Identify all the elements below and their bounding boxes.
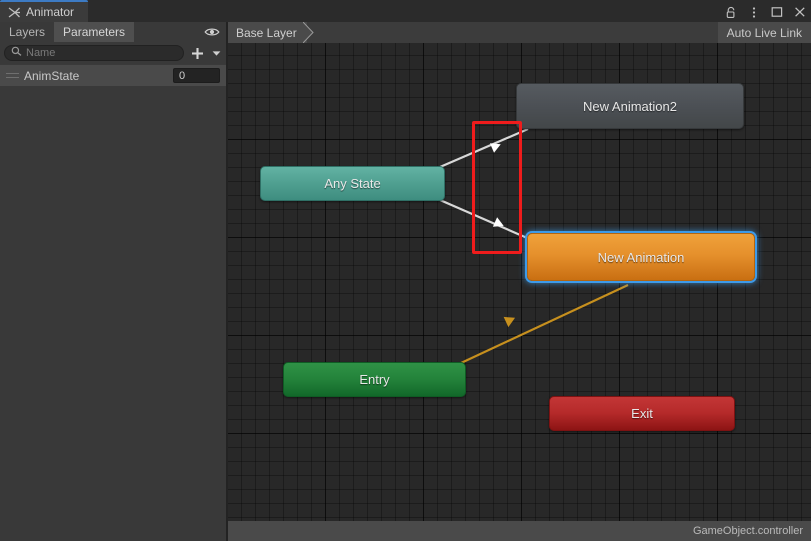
state-node-new-animation2[interactable]: New Animation2 (516, 83, 744, 129)
state-node-label: Entry (359, 372, 389, 387)
status-bar-text: GameObject.controller (693, 525, 803, 537)
state-node-label: Exit (631, 406, 653, 421)
window-chrome-controls (724, 2, 807, 22)
state-node-label: Any State (324, 176, 380, 191)
state-node-exit[interactable]: Exit (549, 396, 735, 431)
close-icon[interactable] (793, 5, 807, 19)
transition-line-anystate-to-newanimation2 (440, 129, 528, 167)
lock-icon[interactable] (724, 5, 738, 19)
breadcrumb-bar: Base Layer Auto Live Link (228, 22, 811, 43)
parameter-search-row: Name (0, 42, 226, 64)
state-node-entry[interactable]: Entry (283, 362, 466, 397)
auto-live-link-label: Auto Live Link (727, 26, 802, 40)
tab-animator-label: Animator (26, 6, 74, 18)
auto-live-link-button[interactable]: Auto Live Link (718, 22, 811, 43)
breadcrumb-separator-icon (303, 22, 315, 43)
window-tabstrip: Animator (0, 0, 811, 22)
tab-parameters[interactable]: Parameters (54, 22, 134, 42)
animator-icon (8, 6, 21, 19)
search-icon (11, 46, 22, 60)
animator-graph-canvas[interactable]: New Animation2 Any State New Animation E… (228, 43, 811, 521)
drag-handle-icon[interactable] (6, 71, 20, 81)
animator-window: Animator (0, 0, 811, 541)
state-node-label: New Animation2 (583, 99, 677, 114)
tab-parameters-label: Parameters (63, 25, 125, 39)
parameter-list-empty-area (0, 108, 226, 541)
transition-line-entry-to-newanimation (461, 285, 628, 363)
status-bar: GameObject.controller (228, 521, 811, 541)
tab-animator[interactable]: Animator (0, 0, 88, 22)
transition-line-anystate-to-newanimation (440, 200, 534, 241)
left-panel-tabs: Layers Parameters (0, 22, 226, 42)
search-placeholder: Name (26, 48, 55, 59)
transition-arrow-entry-to-newanimation (504, 313, 518, 327)
parameter-row-animstate[interactable]: AnimState 0 (0, 64, 226, 86)
breadcrumb-label: Base Layer (236, 26, 297, 40)
tab-layers[interactable]: Layers (0, 22, 54, 42)
chevron-down-icon[interactable] (210, 44, 222, 62)
eye-icon[interactable] (204, 25, 220, 39)
add-parameter-button[interactable] (188, 44, 206, 62)
state-node-new-animation[interactable]: New Animation (527, 233, 755, 281)
left-panel: Layers Parameters Name (0, 22, 226, 541)
state-node-label: New Animation (598, 250, 685, 265)
tab-layers-label: Layers (9, 25, 45, 39)
parameter-name: AnimState (24, 69, 173, 83)
maximize-icon[interactable] (770, 5, 784, 19)
breadcrumb-item-base-layer[interactable]: Base Layer (228, 22, 307, 43)
state-node-any-state[interactable]: Any State (260, 166, 445, 201)
kebab-menu-icon[interactable] (747, 5, 761, 19)
search-input[interactable]: Name (4, 45, 184, 61)
parameter-value-field[interactable]: 0 (173, 68, 220, 83)
